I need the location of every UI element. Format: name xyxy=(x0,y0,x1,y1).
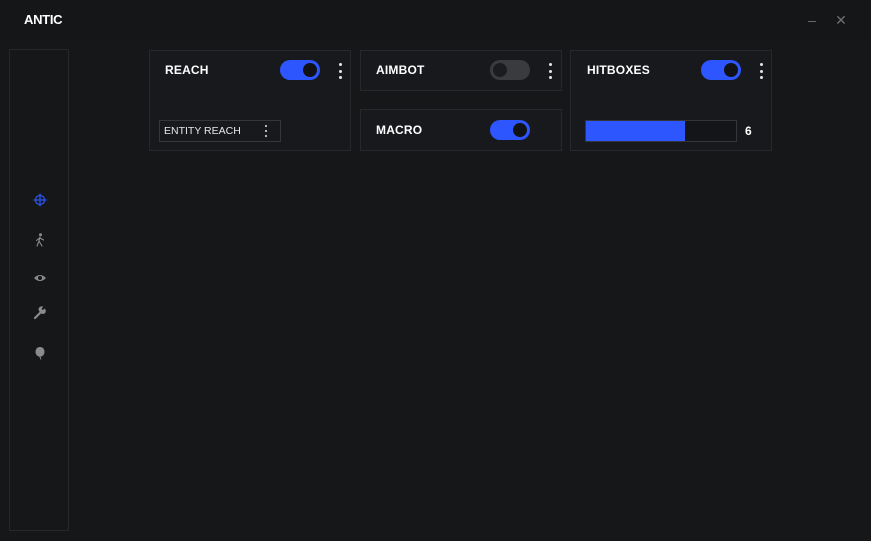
reach-toggle[interactable] xyxy=(280,60,320,80)
macro-module-card: MACRO xyxy=(360,109,562,151)
hitboxes-slider-fill xyxy=(586,121,685,141)
reach-title: REACH xyxy=(165,63,209,77)
entity-reach-setting[interactable]: ENTITY REACH xyxy=(159,120,281,142)
hitboxes-toggle[interactable] xyxy=(701,60,741,80)
sidebar-item-combat[interactable] xyxy=(29,189,51,211)
sidebar-item-utility[interactable] xyxy=(29,302,51,324)
sidebar xyxy=(9,49,69,531)
entity-reach-menu-icon[interactable] xyxy=(262,125,270,137)
reach-menu-icon[interactable] xyxy=(336,63,344,79)
aimbot-toggle[interactable] xyxy=(490,60,530,80)
wrench-icon xyxy=(33,306,46,320)
aimbot-menu-icon[interactable] xyxy=(546,63,554,79)
reach-module-card: REACH ENTITY REACH xyxy=(149,50,351,151)
entity-reach-label: ENTITY REACH xyxy=(164,125,241,137)
walking-person-icon xyxy=(35,233,45,247)
hitboxes-module-card: HITBOXES 6 xyxy=(570,50,772,151)
crosshair-icon xyxy=(33,193,47,207)
sidebar-item-misc[interactable] xyxy=(29,342,51,364)
minimize-button[interactable]: – xyxy=(802,10,822,30)
sidebar-item-movement[interactable] xyxy=(29,229,51,251)
hitboxes-slider-value: 6 xyxy=(745,124,752,138)
balloon-icon xyxy=(35,347,45,360)
macro-title: MACRO xyxy=(376,123,423,137)
hitboxes-slider[interactable] xyxy=(585,120,737,142)
title-bar: ANTIC – ✕ xyxy=(0,0,871,40)
macro-toggle[interactable] xyxy=(490,120,530,140)
aimbot-title: AIMBOT xyxy=(376,63,425,77)
aimbot-module-card: AIMBOT xyxy=(360,50,562,91)
app-title: ANTIC xyxy=(24,12,63,27)
hitboxes-title: HITBOXES xyxy=(587,63,650,77)
close-button[interactable]: ✕ xyxy=(831,10,851,30)
sidebar-item-render[interactable] xyxy=(29,267,51,289)
eye-icon xyxy=(34,275,46,281)
hitboxes-menu-icon[interactable] xyxy=(757,63,765,79)
